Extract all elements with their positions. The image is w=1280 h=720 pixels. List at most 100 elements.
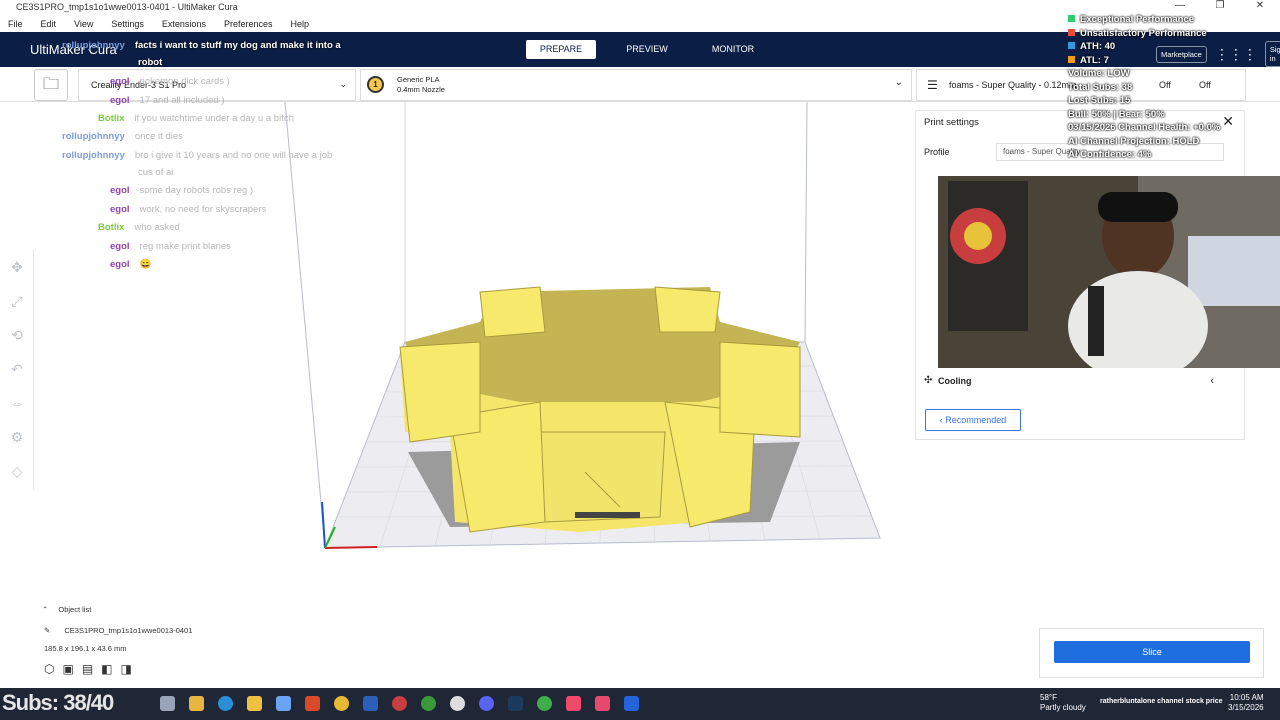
chat-text: cus of ai xyxy=(138,167,174,178)
system-clock[interactable]: 10:05 AM 3/15/2026 xyxy=(1228,693,1264,713)
subs-counter: Subs: 38/40 xyxy=(2,690,114,715)
discord-icon[interactable] xyxy=(479,696,494,711)
view-left-icon[interactable]: ◧ xyxy=(101,662,112,676)
chat-text: once it dies xyxy=(134,131,183,142)
sliders-icon: ☰ xyxy=(927,78,938,92)
cooling-category[interactable]: Cooling xyxy=(938,376,972,386)
recommended-button[interactable]: ‹ Recommended xyxy=(925,409,1021,431)
rotate-tool-icon[interactable]: ⟲ xyxy=(0,318,34,352)
menu-file[interactable]: File xyxy=(8,19,23,29)
word-icon[interactable] xyxy=(363,696,378,711)
scale-tool-icon[interactable]: ⤢ xyxy=(0,284,34,318)
minimize-button[interactable]: — xyxy=(1160,0,1200,11)
taskview-icon[interactable] xyxy=(160,696,175,711)
chat-message: egol work, no need for skyscrapers xyxy=(110,204,266,215)
xbox-icon[interactable] xyxy=(421,696,436,711)
maps-icon[interactable] xyxy=(595,696,610,711)
tool-panel: ✥ ⤢ ⟲ ↶ ⇔ ⚙ ◇ xyxy=(0,250,34,490)
legend-swatch xyxy=(1068,55,1075,63)
stat-text: ATL: 7 xyxy=(1080,54,1109,66)
weather-widget[interactable]: 58°F Partly cloudy xyxy=(1040,693,1086,713)
chat-message: robot xyxy=(138,57,162,68)
stat-row: 03/15/2026 Channel Health: +0.0% xyxy=(1068,122,1244,136)
chat-message: egol some day robots robs reg ) xyxy=(110,185,253,196)
weather-temp: 58°F xyxy=(1040,693,1057,702)
chat-text: robot xyxy=(138,57,163,68)
chevron-up-icon[interactable]: ⌃ xyxy=(42,605,48,614)
music-icon[interactable] xyxy=(566,696,581,711)
chat-text: facts i want to stuff my dog and make it… xyxy=(134,40,341,51)
view-top-icon[interactable]: ▤ xyxy=(82,662,93,676)
stat-row: Exceptional Performance xyxy=(1068,14,1244,28)
menu-edit[interactable]: Edit xyxy=(41,19,57,29)
object-dimensions: 185.8 x 196.1 x 43.6 mm xyxy=(44,644,127,653)
stat-text: Lost Subs: 15 xyxy=(1068,95,1131,106)
taskbar: Subs: 38/40 58°F Partly cloudy ratherblu… xyxy=(0,688,1280,720)
mirror-tool-icon[interactable]: ⇔ xyxy=(0,386,34,420)
chat-message: Botlix who asked xyxy=(98,222,180,233)
object-list: ⌃ Object list ✎ CE3S1PRO_tmp1s1o1wwe0013… xyxy=(38,600,338,685)
stream-stats-overlay: Exceptional Performance Unsatisfactory Pe… xyxy=(1068,14,1244,174)
stat-row: Bull: 50% | Bear: 50% xyxy=(1068,109,1244,123)
maximize-button[interactable]: ❐ xyxy=(1200,0,1240,11)
stat-text: AI Channel Projection: HOLD xyxy=(1068,135,1200,147)
profile-label: Profile xyxy=(924,147,950,157)
edge-icon[interactable] xyxy=(218,696,233,711)
chat-text: pokemon dick cards ) xyxy=(139,76,230,87)
stat-text: Volume: LOW xyxy=(1068,68,1130,79)
signin-button[interactable]: Sign in xyxy=(1264,41,1280,67)
chat-text: 17 and all included ) xyxy=(139,95,225,106)
material-selector[interactable]: Generic PLA 0.4mm Nozzle ⌄ xyxy=(360,69,912,101)
webcam-feed xyxy=(938,176,1280,368)
chat-message: egol 17 and all included ) xyxy=(110,95,225,106)
object-list-heading[interactable]: Object list xyxy=(58,605,91,614)
per-model-settings-icon[interactable]: ⚙ xyxy=(0,420,34,454)
store-icon[interactable] xyxy=(247,696,262,711)
view-right-icon[interactable]: ◨ xyxy=(121,662,132,676)
stat-text: 03/15/2026 Channel Health: +0.0% xyxy=(1068,122,1221,133)
chat-message: rollupjohnnyy facts i want to stuff my do… xyxy=(62,40,341,51)
chat-message: cus of ai xyxy=(138,167,173,178)
tray-text: ratherbluntalone channel stock price xyxy=(1100,698,1223,705)
undo-tool-icon[interactable]: ↶ xyxy=(0,352,34,386)
file-explorer-icon[interactable] xyxy=(189,696,204,711)
chevron-left-icon: ‹ xyxy=(1210,375,1214,387)
chevron-down-icon: ⌄ xyxy=(894,77,903,88)
obs-icon[interactable] xyxy=(450,696,465,711)
tab-monitor[interactable]: MONITOR xyxy=(698,40,768,59)
pencil-icon[interactable]: ✎ xyxy=(44,626,50,635)
chat-username: egol xyxy=(110,95,130,106)
tab-prepare[interactable]: PREPARE xyxy=(526,40,596,59)
stat-row: Lost Subs: 15 xyxy=(1068,95,1244,109)
stat-text: Exceptional Performance xyxy=(1080,14,1195,25)
copilot-icon[interactable] xyxy=(276,696,291,711)
close-button[interactable]: ✕ xyxy=(1240,0,1280,11)
stat-row: AI Confidence: 4% xyxy=(1068,149,1244,163)
chat-message: egol pokemon dick cards ) xyxy=(110,76,230,87)
chrome-alt-icon[interactable] xyxy=(537,696,552,711)
davinci-icon[interactable] xyxy=(392,696,407,711)
view-front-icon[interactable]: ▣ xyxy=(62,662,73,676)
print-settings-title: Print settings xyxy=(924,117,979,128)
move-tool-icon[interactable]: ✥ xyxy=(0,250,34,284)
support-blocker-icon[interactable]: ◇ xyxy=(0,454,34,488)
clock-date: 3/15/2026 xyxy=(1228,703,1264,712)
chat-message: Botlix if you watchtime under a day u a b… xyxy=(98,113,294,124)
chrome-icon[interactable] xyxy=(334,696,349,711)
material-name: Generic PLA xyxy=(397,75,440,84)
slice-button[interactable]: Slice xyxy=(1054,641,1250,663)
chat-message: egol 😄 xyxy=(110,259,151,270)
cura-icon[interactable] xyxy=(624,696,639,711)
window-controls: — ❐ ✕ xyxy=(1160,0,1280,11)
stat-row: Unsatisfactory Performance xyxy=(1068,28,1244,42)
pdf-icon[interactable] xyxy=(305,696,320,711)
view-3d-icon[interactable]: ⬡ xyxy=(44,662,54,676)
chat-username: Botlix xyxy=(98,222,125,233)
tab-preview[interactable]: PREVIEW xyxy=(612,40,682,59)
chat-text: work, no need for skyscrapers xyxy=(139,204,267,215)
chat-username: Botlix xyxy=(98,113,125,124)
clock-time: 10:05 AM xyxy=(1229,693,1264,702)
stat-text: ATH: 40 xyxy=(1080,41,1116,52)
steam-icon[interactable] xyxy=(508,696,523,711)
fan-icon: ✣ xyxy=(924,375,933,386)
